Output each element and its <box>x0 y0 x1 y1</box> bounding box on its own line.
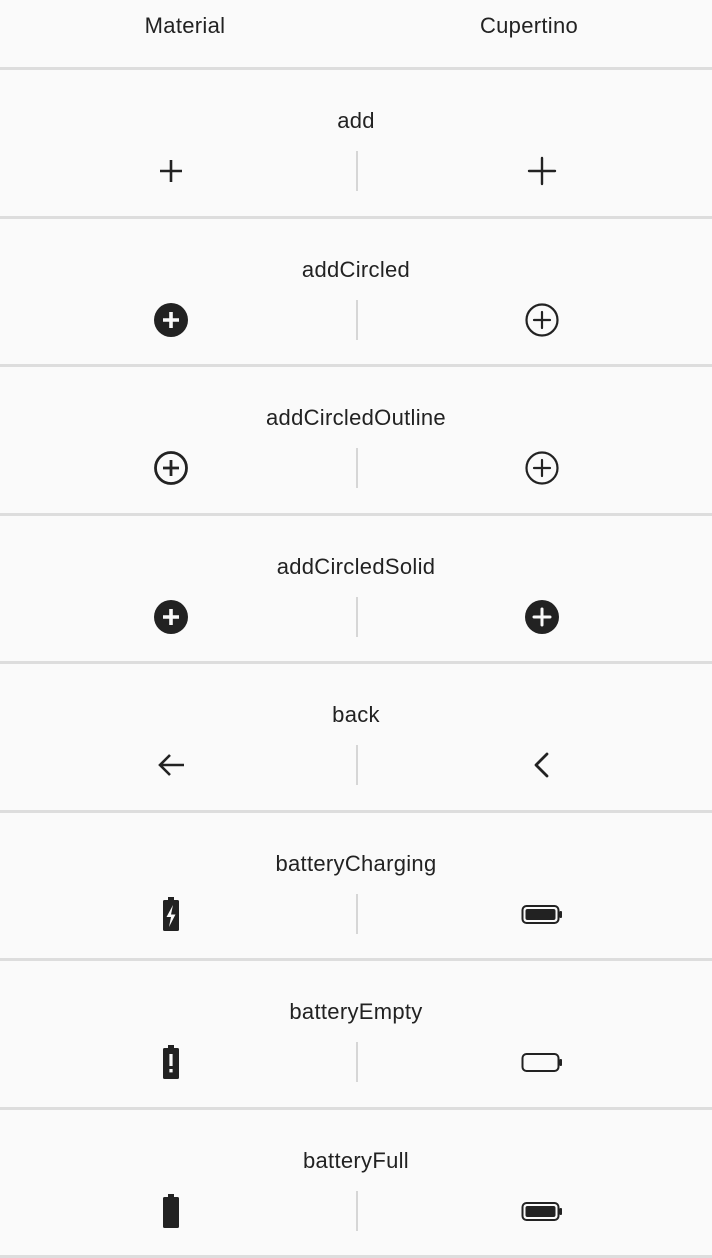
battery-empty-horizontal-icon <box>524 1044 560 1080</box>
icon-name: back <box>0 702 712 728</box>
column-divider <box>356 745 358 785</box>
column-divider <box>356 597 358 637</box>
column-header: Material Cupertino <box>0 0 712 70</box>
add-circle-outline-icon <box>524 302 560 338</box>
list-item-batteryEmpty: batteryEmpty <box>0 961 712 1110</box>
battery-full-icon <box>153 1193 189 1229</box>
list-item-addCircled: addCircled <box>0 219 712 368</box>
arrow-back-icon <box>153 747 189 783</box>
list-item-addCircledOutline: addCircledOutline <box>0 367 712 516</box>
icon-name: addCircledSolid <box>0 554 712 580</box>
icon-name: add <box>0 108 712 134</box>
list-item-batteryCharging: batteryCharging <box>0 813 712 962</box>
icon-list[interactable]: add addCircled addCircledOutline addCirc… <box>0 70 712 1258</box>
add-icon <box>524 153 560 189</box>
add-circle-outline-icon <box>153 450 189 486</box>
column-divider <box>356 1191 358 1231</box>
battery-charging-icon <box>153 896 189 932</box>
add-circle-solid-icon <box>153 599 189 635</box>
column-divider <box>356 151 358 191</box>
icon-name: batteryEmpty <box>0 999 712 1025</box>
column-divider <box>356 448 358 488</box>
column-divider <box>356 300 358 340</box>
list-item-batteryFull: batteryFull <box>0 1110 712 1258</box>
icon-name: addCircledOutline <box>0 405 712 431</box>
icon-name: batteryFull <box>0 1148 712 1174</box>
battery-alert-icon <box>153 1044 189 1080</box>
list-item-back: back <box>0 664 712 813</box>
icon-name: addCircled <box>0 257 712 283</box>
column-divider <box>356 1042 358 1082</box>
add-circle-outline-icon <box>524 450 560 486</box>
battery-full-horizontal-icon <box>524 1193 560 1229</box>
chevron-back-icon <box>524 747 560 783</box>
list-item-add: add <box>0 70 712 219</box>
icon-name: batteryCharging <box>0 851 712 877</box>
add-icon <box>153 153 189 189</box>
list-item-addCircledSolid: addCircledSolid <box>0 516 712 665</box>
material-column-title: Material <box>65 13 305 39</box>
cupertino-column-title: Cupertino <box>409 13 649 39</box>
add-circle-solid-icon <box>524 599 560 635</box>
add-circle-solid-icon <box>153 302 189 338</box>
battery-full-horizontal-icon <box>524 896 560 932</box>
column-divider <box>356 894 358 934</box>
